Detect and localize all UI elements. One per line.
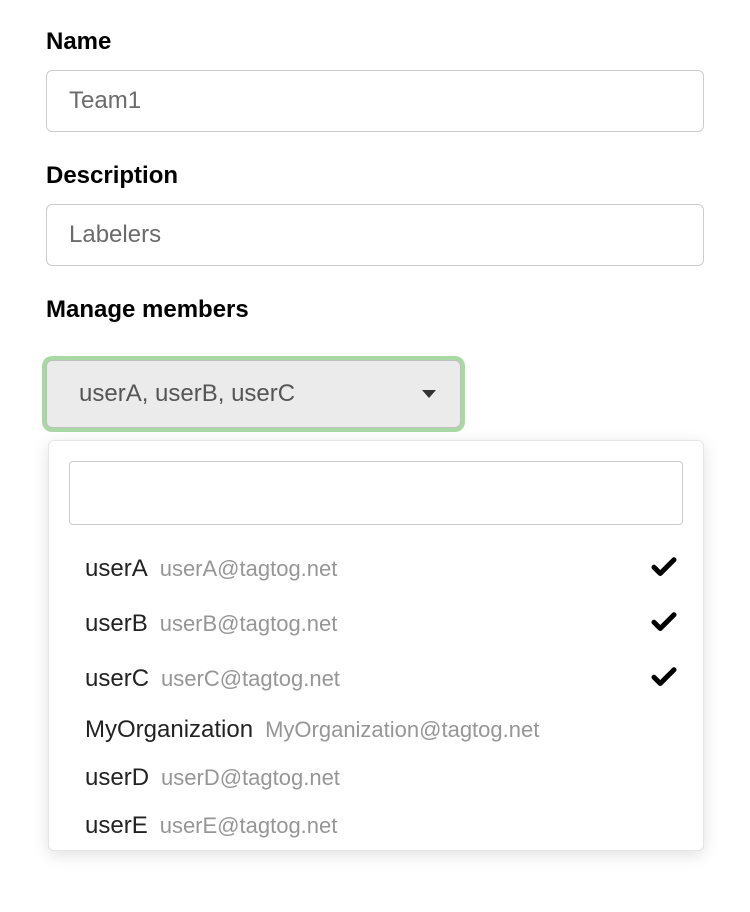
option-text: userC userC@tagtog.net [85, 665, 340, 693]
background-users-label: Users [639, 868, 706, 896]
caret-down-icon [422, 390, 436, 398]
option-email: MyOrganization@tagtog.net [265, 717, 539, 743]
multiselect-trigger[interactable]: userA, userB, userC [46, 360, 461, 428]
option-name: MyOrganization [85, 716, 253, 744]
name-label: Name [46, 28, 704, 56]
manage-members-header: Manage members [46, 296, 704, 324]
option-text: userD userD@tagtog.net [85, 764, 340, 792]
option-email: userE@tagtog.net [160, 813, 338, 839]
option-text: userE userE@tagtog.net [85, 812, 337, 840]
multiselect-option[interactable]: MyOrganization MyOrganization@tagtog.net [69, 706, 683, 754]
option-name: userC [85, 665, 149, 693]
description-input[interactable] [46, 204, 704, 266]
multiselect-option[interactable]: userB userB@tagtog.net [69, 596, 683, 651]
multiselect-option[interactable]: userA userA@tagtog.net [69, 541, 683, 596]
option-email: userD@tagtog.net [161, 765, 340, 791]
multiselect-dropdown: userA userA@tagtog.net userB userB@tagtog.n… [48, 440, 704, 851]
multiselect-option-list: userA userA@tagtog.net userB userB@tagtog.n… [69, 541, 683, 850]
multiselect-search-input[interactable] [69, 461, 683, 525]
team-form-panel: Name Description Manage members userA, u… [0, 0, 750, 912]
option-email: userC@tagtog.net [161, 666, 340, 692]
option-name: userD [85, 764, 149, 792]
name-field-group: Name [46, 28, 704, 132]
check-icon [649, 606, 679, 641]
option-name: userB [85, 610, 148, 638]
description-field-group: Description [46, 162, 704, 266]
name-input[interactable] [46, 70, 704, 132]
option-text: userA userA@tagtog.net [85, 555, 337, 583]
option-email: userB@tagtog.net [160, 611, 338, 637]
multiselect-option[interactable]: userD userD@tagtog.net [69, 754, 683, 802]
multiselect-option[interactable]: userE userE@tagtog.net [69, 802, 683, 850]
check-icon [649, 551, 679, 586]
option-email: userA@tagtog.net [160, 556, 338, 582]
multiselect-selected-value: userA, userB, userC [79, 380, 295, 408]
option-name: userA [85, 555, 148, 583]
option-text: userB userB@tagtog.net [85, 610, 337, 638]
option-name: userE [85, 812, 148, 840]
members-multiselect: userA, userB, userC userAuserA@tagtog.ne… [46, 360, 704, 428]
check-icon [649, 661, 679, 696]
option-text: MyOrganization MyOrganization@tagtog.net [85, 716, 539, 744]
multiselect-option[interactable]: userC userC@tagtog.net [69, 651, 683, 706]
description-label: Description [46, 162, 704, 190]
